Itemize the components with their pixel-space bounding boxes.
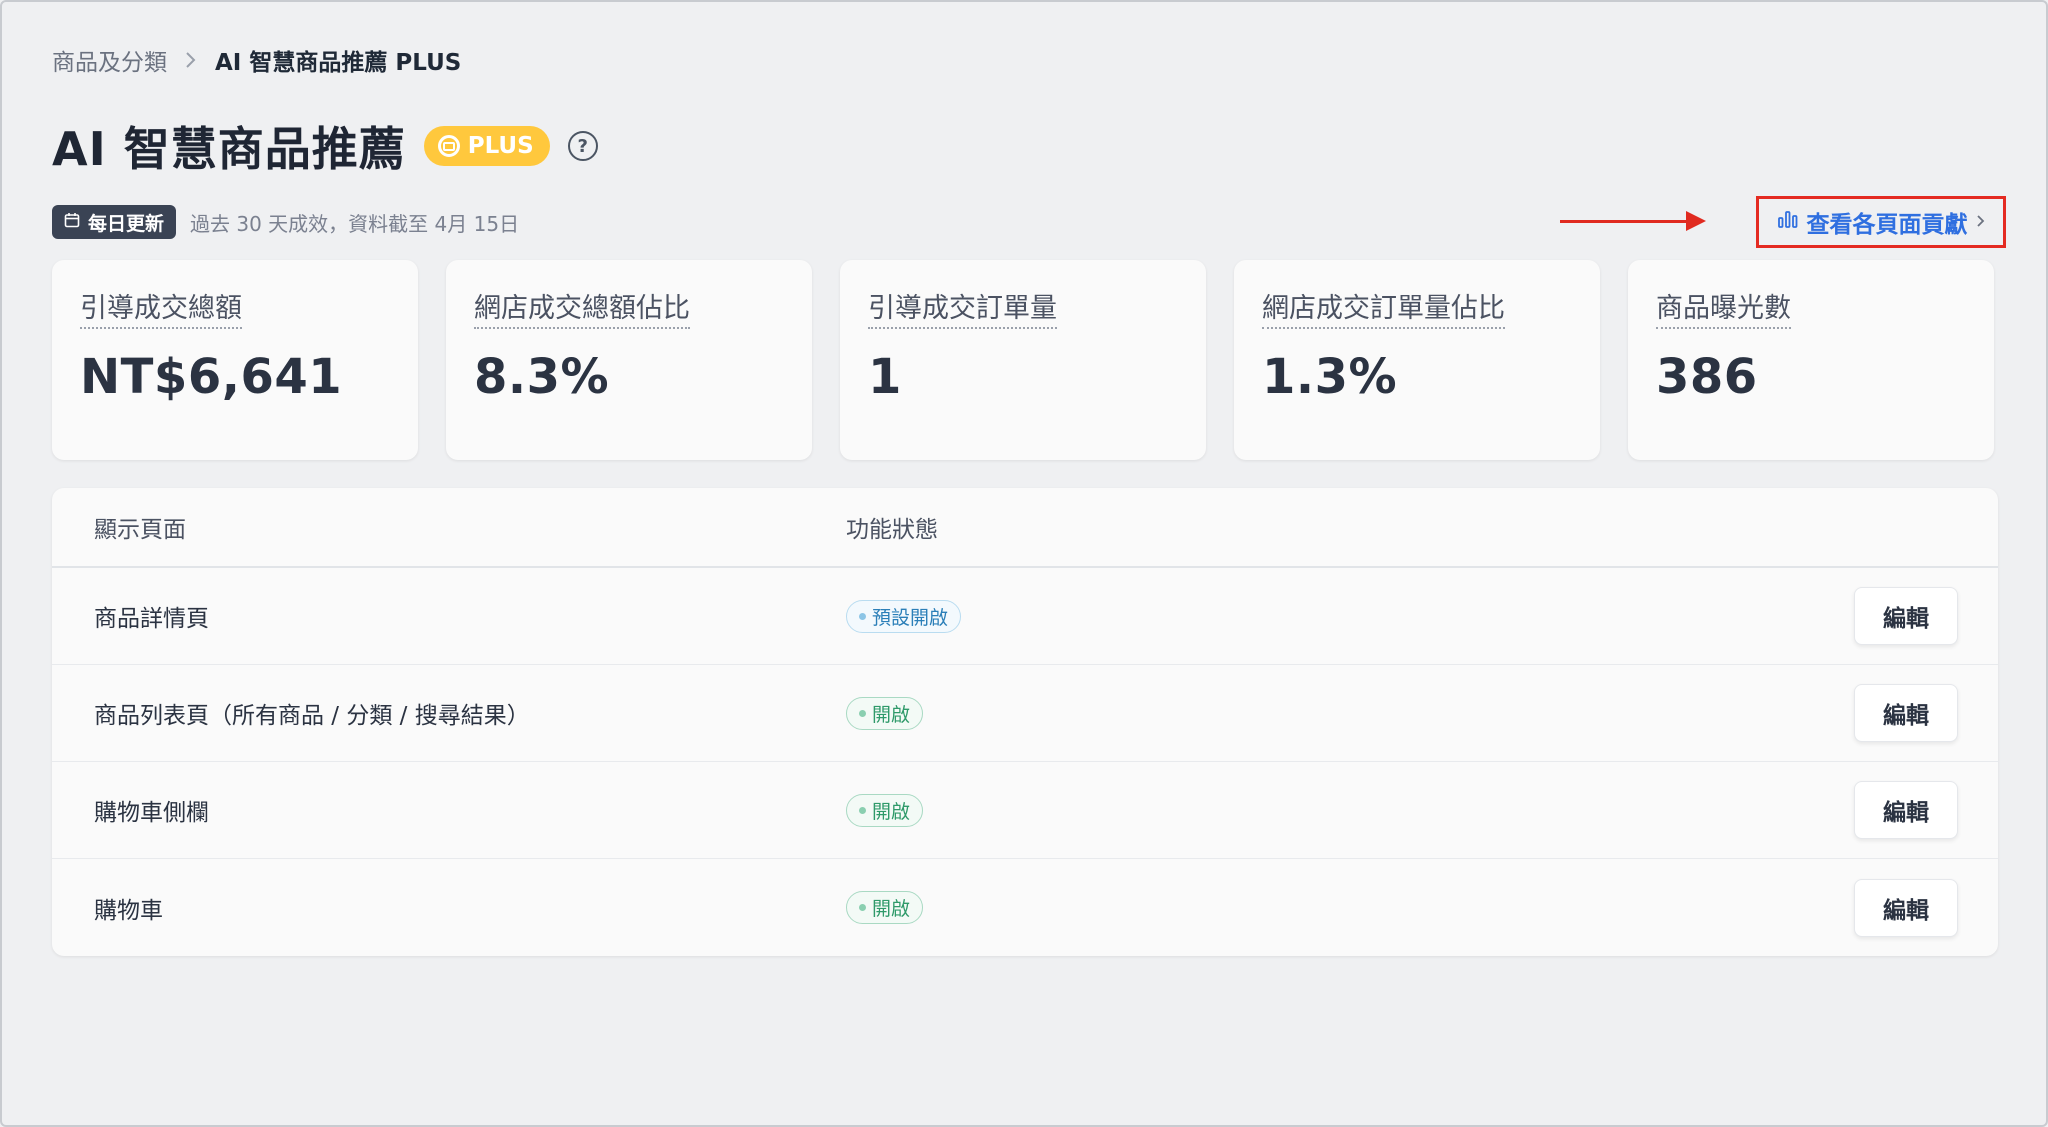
- period-text: 過去 30 天成效，資料截至 4月 15日: [190, 211, 520, 236]
- row-page-name: 購物車: [94, 897, 163, 924]
- stat-card-impressions: 商品曝光數 386: [1628, 260, 1994, 460]
- stat-label[interactable]: 商品曝光數: [1656, 286, 1791, 329]
- status-label: 開啟: [872, 800, 911, 823]
- row-status: 開啟: [846, 793, 1854, 827]
- column-header-status: 功能狀態: [846, 517, 938, 543]
- display-pages-table: 顯示頁面 功能狀態 商品詳情頁 預設開啟 編輯 商品列表頁（所有商品 / 分類 …: [52, 488, 1998, 956]
- stat-value: 1.3%: [1262, 349, 1398, 405]
- status-label: 開啟: [872, 898, 911, 920]
- row-status: 預設開啟: [846, 599, 1854, 633]
- stat-value: NT$6,641: [80, 349, 343, 405]
- breadcrumb-current: AI 智慧商品推薦 PLUS: [215, 50, 462, 76]
- status-dot-icon: [859, 709, 866, 717]
- stat-value: 8.3%: [474, 349, 610, 405]
- row-page-name: 商品詳情頁: [94, 606, 209, 632]
- edit-button[interactable]: 編輯: [1854, 878, 1958, 937]
- row-page-name: 商品列表頁（所有商品 / 分類 / 搜尋結果）: [94, 703, 530, 729]
- plus-badge-label: PLUS: [467, 133, 534, 159]
- stat-value: 386: [1656, 349, 1758, 405]
- table-row: 商品詳情頁 預設開啟 編輯: [52, 568, 1998, 665]
- table-row: 商品列表頁（所有商品 / 分類 / 搜尋結果） 開啟 編輯: [52, 665, 1998, 762]
- coin-icon: [437, 135, 460, 157]
- edit-button[interactable]: 編輯: [1854, 684, 1958, 742]
- breadcrumb: 商品及分類 AI 智慧商品推薦 PLUS: [52, 42, 1998, 78]
- table-row: 購物車側欄 開啟 編輯: [52, 762, 1998, 859]
- row-page-name: 購物車側欄: [94, 800, 209, 826]
- status-badge: 預設開啟: [846, 599, 962, 633]
- annotation-arrow-head: [1686, 211, 1706, 231]
- stat-label[interactable]: 引導成交總額: [80, 286, 242, 329]
- stat-card-guided-orders: 引導成交訂單量 1: [840, 260, 1206, 460]
- chevron-right-icon: [185, 51, 197, 69]
- daily-update-tag: 每日更新: [52, 205, 177, 239]
- stat-label[interactable]: 網店成交訂單量佔比: [1262, 286, 1505, 329]
- status-dot-icon: [859, 806, 866, 814]
- stat-label[interactable]: 網店成交總額佔比: [474, 286, 690, 329]
- status-label: 預設開啟: [872, 606, 949, 629]
- app-window: 商品及分類 AI 智慧商品推薦 PLUS AI 智慧商品推薦 PLUS ? 每日…: [0, 0, 2048, 1127]
- stat-cards: 引導成交總額 NT$6,641 網店成交總額佔比 8.3% 引導成交訂單量 1 …: [52, 260, 1998, 460]
- main-content: 商品及分類 AI 智慧商品推薦 PLUS AI 智慧商品推薦 PLUS ? 每日…: [52, 42, 2006, 956]
- stat-card-guided-gmv: 引導成交總額 NT$6,641: [52, 260, 418, 460]
- edit-button[interactable]: 編輯: [1854, 587, 1958, 645]
- status-badge: 開啟: [846, 793, 924, 827]
- calendar-icon: [64, 211, 80, 233]
- edit-button[interactable]: 編輯: [1854, 781, 1958, 839]
- bar-chart-icon: [1777, 209, 1799, 235]
- status-dot-icon: [859, 904, 866, 911]
- plus-badge: PLUS: [423, 126, 550, 166]
- column-header-page: 顯示頁面: [94, 517, 186, 543]
- status-badge: 開啟: [846, 891, 924, 924]
- chevron-right-icon: [1976, 209, 1986, 235]
- stat-card-order-share: 網店成交訂單量佔比 1.3%: [1234, 260, 1600, 460]
- stat-value: 1: [868, 349, 902, 405]
- view-page-contribution-label: 查看各頁面貢獻: [1806, 212, 1968, 238]
- stat-label[interactable]: 引導成交訂單量: [868, 286, 1057, 329]
- status-dot-icon: [859, 612, 866, 620]
- sub-row: 每日更新 過去 30 天成效，資料截至 4月 15日 查看各頁面貢獻: [52, 196, 2006, 248]
- breadcrumb-parent-link[interactable]: 商品及分類: [52, 43, 167, 77]
- row-status: 開啟: [846, 891, 1854, 924]
- table-row: 購物車 開啟 編輯: [52, 859, 1998, 956]
- status-badge: 開啟: [846, 696, 924, 730]
- stat-card-gmv-share: 網店成交總額佔比 8.3%: [446, 260, 812, 460]
- view-page-contribution-link[interactable]: 查看各頁面貢獻: [1756, 196, 2006, 248]
- annotation-arrow-line: [1560, 220, 1690, 223]
- row-status: 開啟: [846, 696, 1854, 730]
- status-label: 開啟: [872, 703, 911, 726]
- title-row: AI 智慧商品推薦 PLUS ?: [52, 116, 1998, 176]
- question-circle-icon[interactable]: ?: [567, 131, 598, 161]
- daily-update-label: 每日更新: [88, 212, 165, 235]
- table-header: 顯示頁面 功能狀態: [52, 488, 1998, 568]
- page-title: AI 智慧商品推薦: [52, 122, 406, 176]
